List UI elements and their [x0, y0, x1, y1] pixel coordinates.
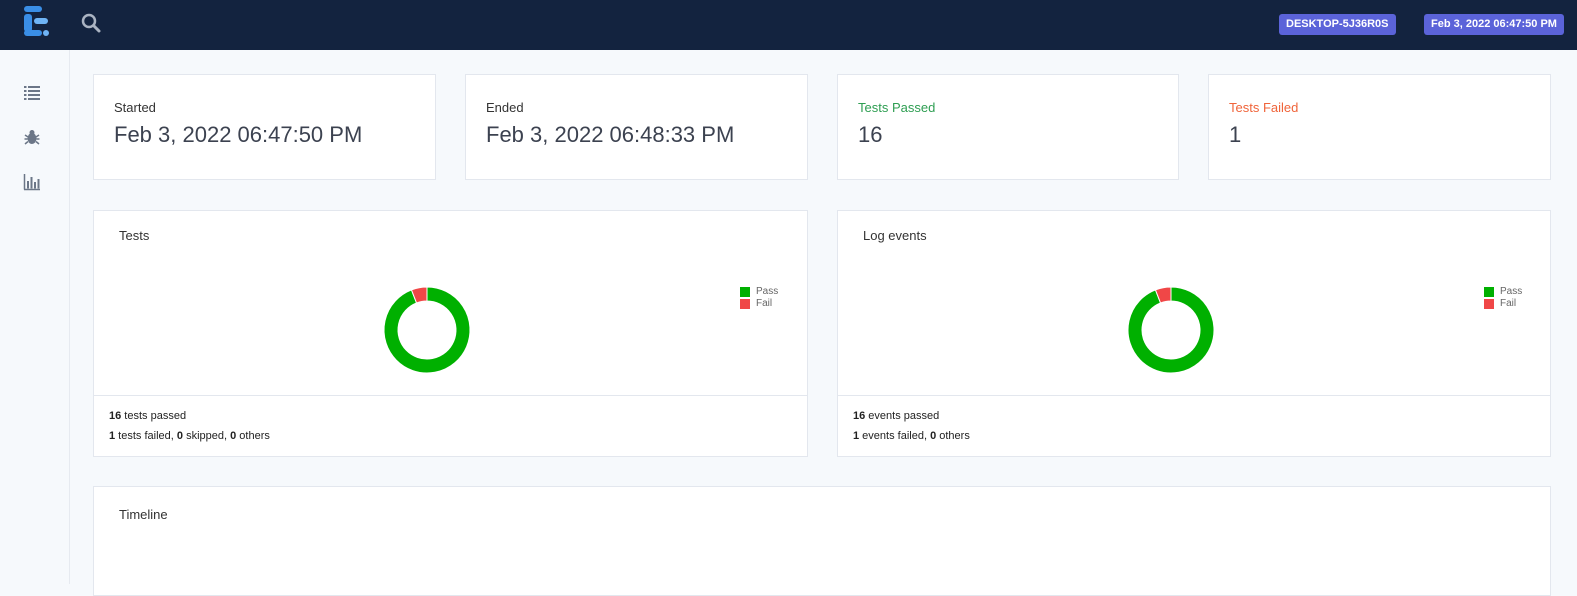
divider [94, 395, 807, 396]
sidebar [0, 50, 70, 584]
tests-chart-card: Tests Pass Fail 16 tests passed 1 tests … [93, 210, 808, 457]
timeline-title: Timeline [119, 507, 168, 522]
host-badge: DESKTOP-5J36R0S [1279, 14, 1396, 35]
tests-passed-label: Tests Passed [858, 100, 936, 115]
ended-label: Ended [486, 100, 524, 115]
ended-card: Ended Feb 3, 2022 06:48:33 PM [465, 74, 808, 180]
tests-legend: Pass Fail [740, 286, 778, 310]
divider [838, 395, 1550, 396]
legend-label-fail: Fail [1500, 298, 1517, 309]
events-chart-card: Log events Pass Fail 16 events passed 1 … [837, 210, 1551, 457]
bar-chart-icon[interactable] [23, 173, 41, 191]
tests-failed-label: Tests Failed [1229, 100, 1299, 115]
list-icon[interactable] [23, 83, 41, 101]
date-badge: Feb 3, 2022 06:47:50 PM [1424, 14, 1564, 35]
started-card: Started Feb 3, 2022 06:47:50 PM [93, 74, 436, 180]
tests-passed-card: Tests Passed 16 [837, 74, 1179, 180]
legend-item-fail[interactable]: Fail [1484, 298, 1522, 310]
top-navbar: DESKTOP-5J36R0S Feb 3, 2022 06:47:50 PM [0, 0, 1577, 50]
events-failed-summary: 1 events failed, 0 others [853, 430, 970, 442]
legend-label-pass: Pass [1500, 286, 1523, 297]
legend-swatch-fail [1484, 299, 1494, 309]
tests-failed-value: 1 [1229, 122, 1242, 147]
bug-icon[interactable] [23, 128, 41, 146]
started-label: Started [114, 100, 156, 115]
tests-donut-chart [383, 286, 471, 374]
legend-swatch-fail [740, 299, 750, 309]
tests-passed-value: 16 [858, 122, 883, 147]
legend-item-fail[interactable]: Fail [740, 298, 778, 310]
legend-swatch-pass [1484, 287, 1494, 297]
tests-chart-title: Tests [119, 228, 150, 243]
legend-label-pass: Pass [756, 286, 779, 297]
ended-value: Feb 3, 2022 06:48:33 PM [486, 122, 735, 147]
tests-failed-card: Tests Failed 1 [1208, 74, 1551, 180]
tests-passed-summary: 16 tests passed [109, 410, 187, 422]
legend-swatch-pass [740, 287, 750, 297]
events-passed-summary: 16 events passed [853, 410, 940, 422]
search-icon[interactable] [80, 12, 102, 34]
tests-failed-summary: 1 tests failed, 0 skipped, 0 others [109, 430, 270, 442]
started-value: Feb 3, 2022 06:47:50 PM [114, 122, 363, 147]
legend-item-pass[interactable]: Pass [740, 286, 778, 298]
events-chart-title: Log events [863, 228, 927, 243]
legend-item-pass[interactable]: Pass [1484, 286, 1522, 298]
timeline-card: Timeline [93, 486, 1551, 596]
events-legend: Pass Fail [1484, 286, 1522, 310]
events-donut-chart [1127, 286, 1215, 374]
legend-label-fail: Fail [756, 298, 773, 309]
app-logo[interactable] [22, 4, 52, 40]
